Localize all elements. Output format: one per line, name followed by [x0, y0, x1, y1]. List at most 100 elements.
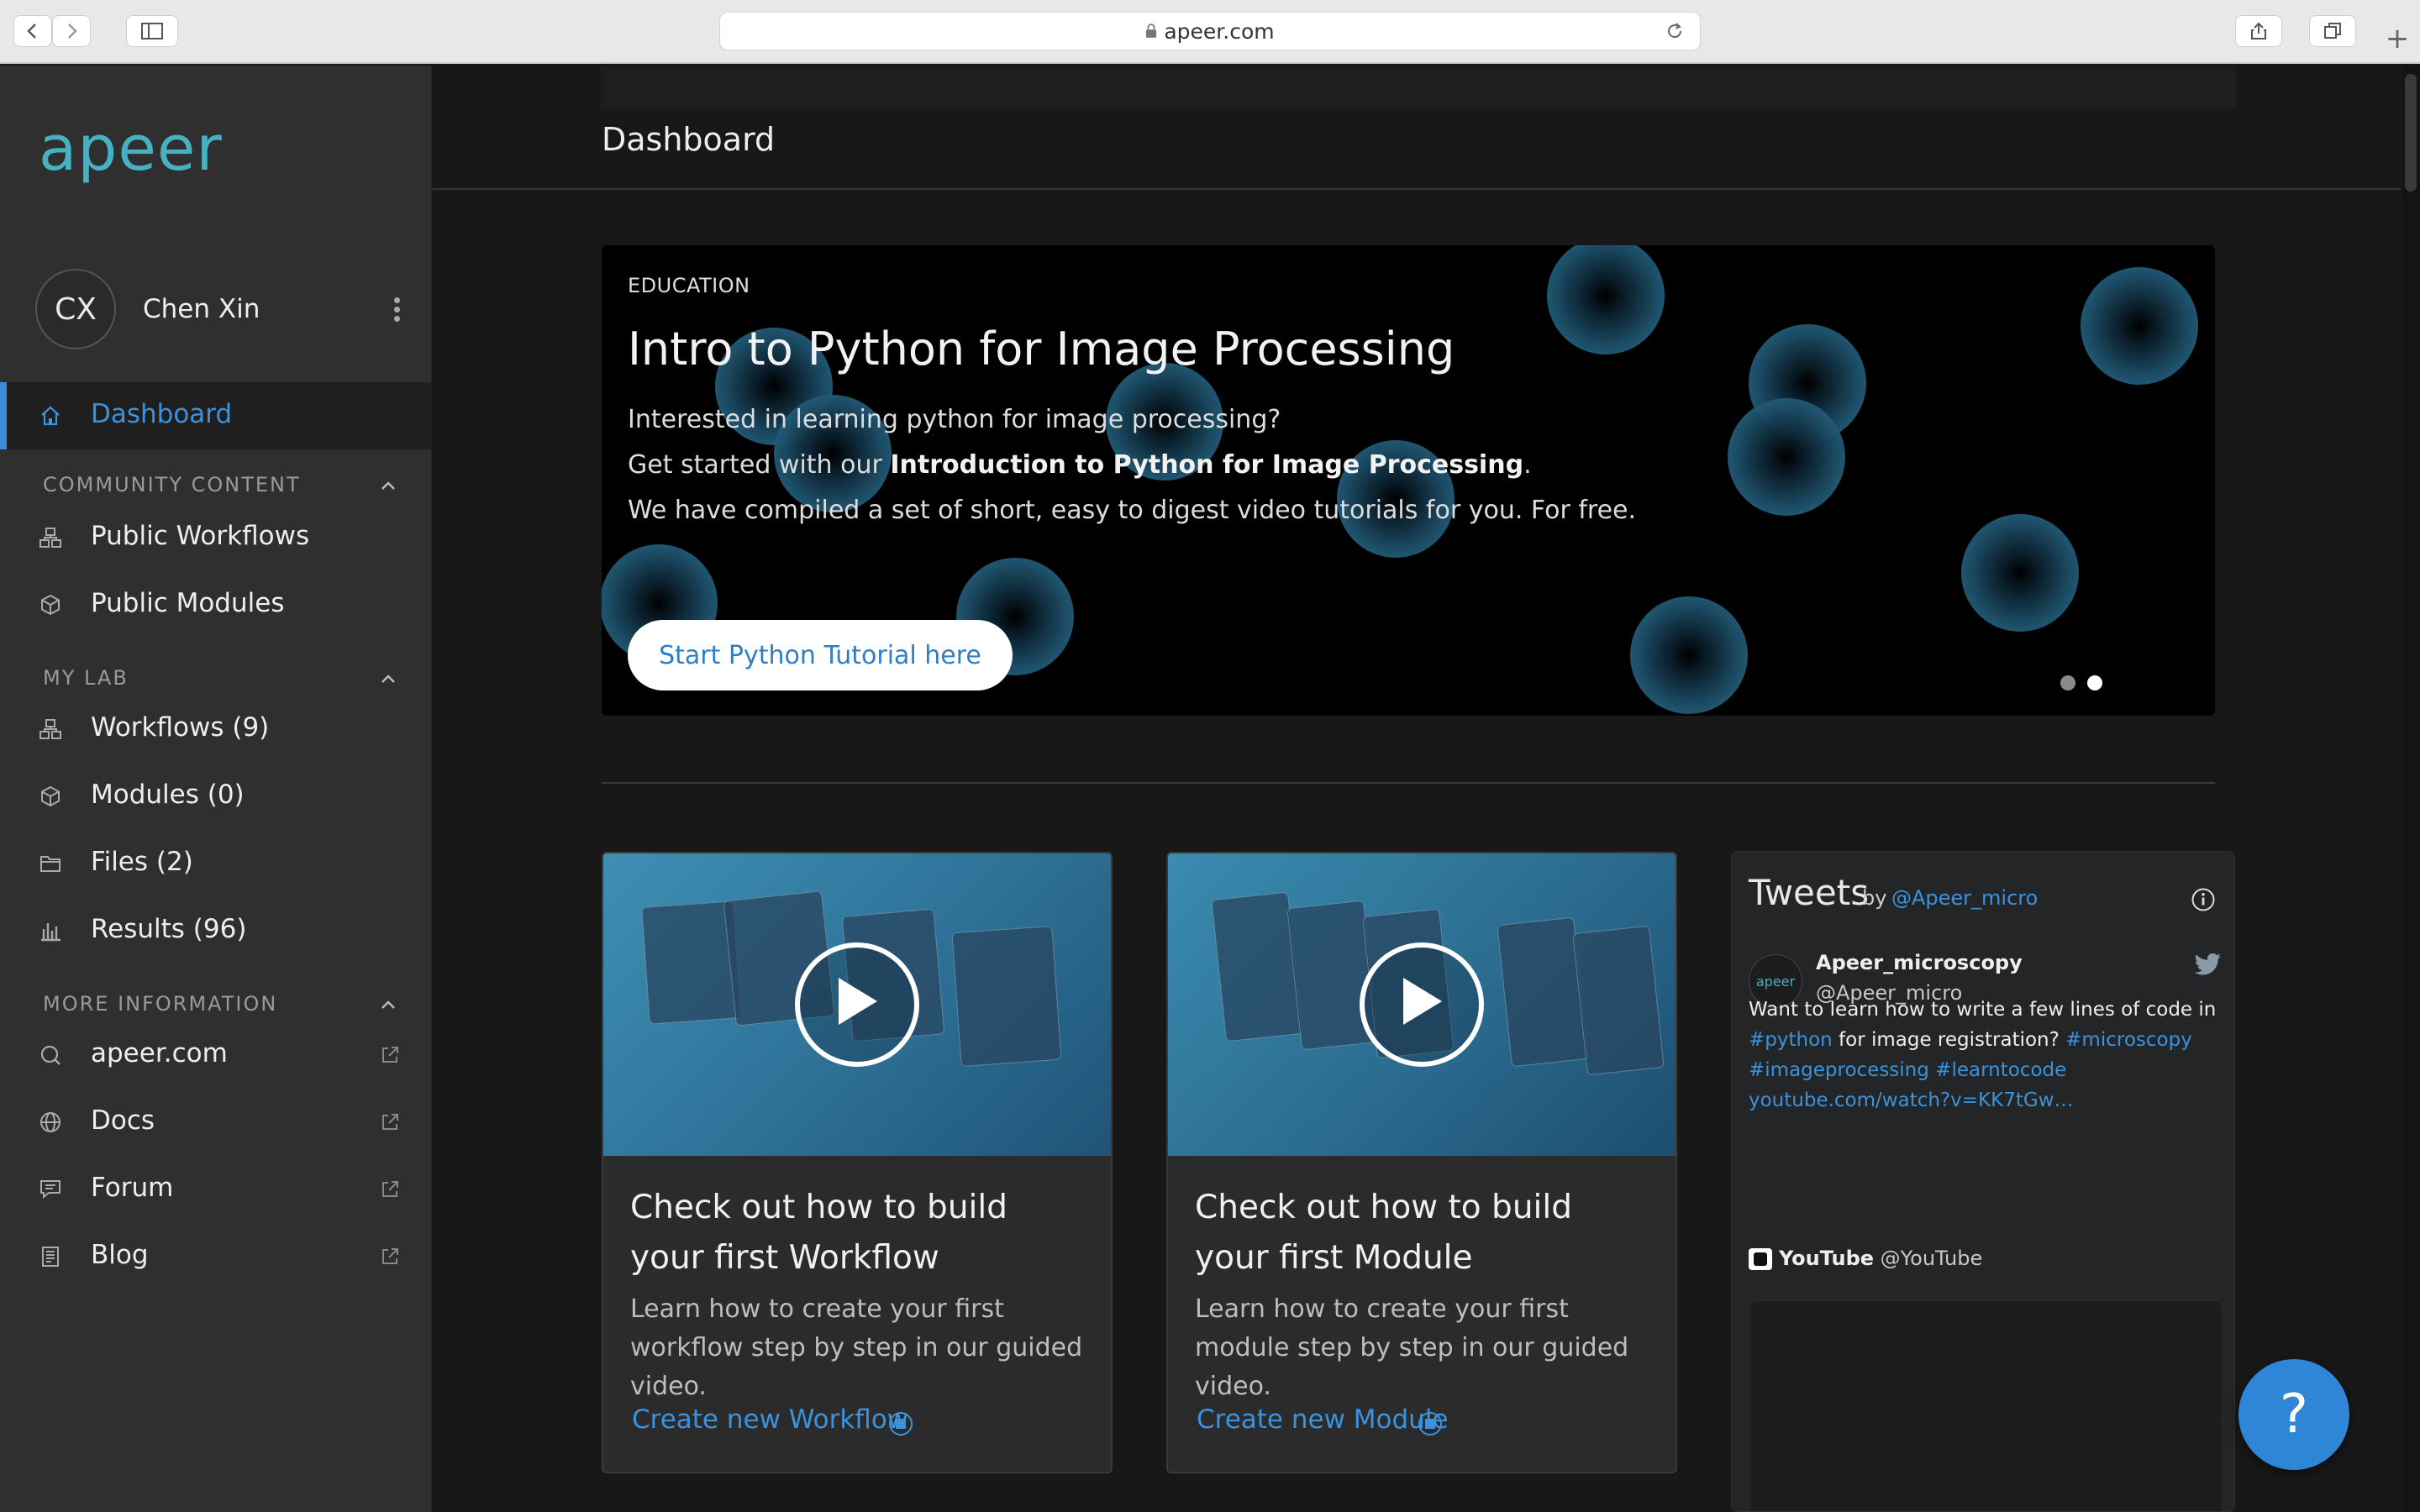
hashtag-link[interactable]: #learntocode: [1935, 1059, 2066, 1081]
chat-icon: [40, 1180, 60, 1200]
sidebar-item-label: apeer.com: [91, 1038, 228, 1068]
banner-text: .: [1523, 450, 1532, 480]
sidebar-item-label: Files (2): [91, 847, 193, 877]
tweet-url-link[interactable]: youtube.com/watch?v=KK7tGw…: [1749, 1089, 2073, 1111]
chevron-up-icon[interactable]: [378, 998, 398, 1011]
section-title-more-information: MORE INFORMATION: [43, 992, 278, 1016]
sidebar-item-modules[interactable]: Modules (0): [0, 763, 432, 830]
tweets-handle-link[interactable]: @Apeer_micro: [1891, 886, 2038, 910]
tabs-icon: [2324, 23, 2341, 39]
banner-title: Intro to Python for Image Processing: [628, 323, 1455, 375]
chevron-right-icon: [68, 24, 77, 39]
tabs-overview-button[interactable]: [2309, 15, 2356, 47]
reload-icon[interactable]: [1665, 21, 1685, 46]
carousel-dot-active[interactable]: [2087, 675, 2102, 690]
sidebar-item-label: Public Modules: [91, 588, 285, 618]
decorative-bubble: [1630, 596, 1748, 714]
sidebar-item-public-modules[interactable]: Public Modules: [0, 571, 432, 638]
section-title-my-lab: MY LAB: [43, 666, 129, 690]
sidebar-item-label: Workflows (9): [91, 712, 270, 743]
hashtag-link[interactable]: #imageprocessing: [1749, 1059, 1929, 1081]
sidebar-item-label: Blog: [91, 1240, 149, 1270]
avatar[interactable]: CX: [35, 269, 116, 349]
workflow-link-icon[interactable]: [887, 1410, 914, 1437]
forward-button[interactable]: [52, 15, 91, 47]
sidebar-item-label: Forum: [91, 1173, 174, 1203]
thumbnail-graphic: [951, 926, 1062, 1067]
sidebar-item-workflows[interactable]: Workflows (9): [0, 696, 432, 763]
banner-text-line: Get started with our Introduction to Pyt…: [628, 450, 1532, 480]
workflow-icon: [39, 719, 61, 739]
decorative-bubble: [2081, 267, 2198, 385]
sidebar-item-forum[interactable]: Forum: [0, 1156, 432, 1223]
browser-toolbar: apeer.com +: [0, 0, 2420, 64]
tweet-text-line: #imageprocessing #learntocode: [1749, 1055, 2066, 1085]
help-button[interactable]: ?: [2238, 1359, 2349, 1470]
carousel-dot[interactable]: [2060, 675, 2075, 690]
hashtag-link[interactable]: #microscopy: [2065, 1029, 2192, 1051]
sidebar-item-label: Public Workflows: [91, 521, 310, 551]
tweets-by-label: by: [1862, 886, 1887, 910]
start-python-tutorial-button[interactable]: Start Python Tutorial here: [628, 620, 1013, 690]
banner-text-line: Interested in learning python for image …: [628, 405, 1281, 434]
sidebar-item-results[interactable]: Results (96): [0, 897, 432, 964]
card-title: Check out how to build your first Workfl…: [630, 1189, 1007, 1277]
sidebar-item-public-workflows[interactable]: Public Workflows: [0, 504, 432, 571]
section-title-community-content: COMMUNITY CONTENT: [43, 473, 301, 496]
home-icon: [41, 406, 60, 426]
play-icon[interactable]: [1360, 942, 1484, 1067]
external-link-icon: [382, 1114, 398, 1130]
module-link-icon[interactable]: [1417, 1410, 1444, 1437]
tweet-text-line: #python for image registration? #microsc…: [1749, 1025, 2192, 1055]
create-new-workflow-link[interactable]: Create new Workflow: [632, 1404, 908, 1435]
lock-icon: [1145, 19, 1157, 44]
create-new-module-link[interactable]: Create new Module: [1197, 1404, 1449, 1435]
globe-icon: [40, 1112, 60, 1132]
kebab-menu-icon[interactable]: [388, 294, 405, 328]
sidebar-icon: [141, 23, 163, 39]
twitter-bird-icon[interactable]: [2194, 953, 2223, 978]
new-tab-button[interactable]: +: [2381, 22, 2413, 55]
sidebar-item-label: Docs: [91, 1105, 155, 1136]
scrollbar-thumb[interactable]: [2405, 74, 2417, 192]
info-icon[interactable]: [2191, 887, 2216, 912]
card-description: Learn how to create your first workflow …: [630, 1294, 1083, 1401]
youtube-icon: [1749, 1248, 1772, 1270]
scrollbar[interactable]: [2402, 66, 2420, 1512]
tweet-account-name[interactable]: Apeer_microscopy: [1816, 951, 2023, 974]
sidebar-item-docs[interactable]: Docs: [0, 1089, 432, 1156]
sidebar-item-blog[interactable]: Blog: [0, 1223, 432, 1290]
tweets-heading: Tweets: [1749, 872, 1870, 913]
thumbnail-graphic: [1572, 925, 1665, 1076]
hashtag-link[interactable]: #python: [1749, 1029, 1833, 1051]
tweet-media-embed[interactable]: [1749, 1300, 2223, 1511]
media-source-handle: @YouTube: [1880, 1247, 1983, 1270]
external-link-icon: [382, 1181, 398, 1197]
sidebar-item-apeer-com[interactable]: apeer.com: [0, 1021, 432, 1089]
chevron-up-icon[interactable]: [378, 479, 398, 492]
external-link-icon: [382, 1248, 398, 1264]
media-source-name: YouTube: [1779, 1247, 1875, 1270]
apeer-logo[interactable]: apeer: [39, 113, 223, 185]
address-bar[interactable]: apeer.com: [719, 12, 1701, 50]
video-thumbnail[interactable]: [603, 853, 1111, 1156]
chevron-up-icon[interactable]: [378, 672, 398, 685]
share-button[interactable]: [2235, 15, 2282, 47]
card-description: Learn how to create your first module st…: [1195, 1294, 1629, 1401]
url-text: apeer.com: [1164, 18, 1275, 44]
sidebar-item-dashboard[interactable]: Dashboard: [0, 382, 432, 449]
cube-icon: [41, 594, 60, 616]
play-icon[interactable]: [795, 942, 919, 1067]
divider: [433, 188, 2401, 190]
module-video-card: Check out how to build your first Module…: [1166, 852, 1677, 1473]
banner-text-bold: Introduction to Python for Image Process…: [890, 450, 1524, 480]
back-button[interactable]: [13, 15, 52, 47]
page-title: Dashboard: [602, 121, 776, 158]
sidebar-toggle-button[interactable]: [126, 15, 178, 47]
sidebar-item-label: Dashboard: [91, 399, 233, 429]
sidebar-item-files[interactable]: Files (2): [0, 830, 432, 897]
user-profile: CX Chen Xin: [35, 269, 405, 351]
tweet-media-source[interactable]: YouTube @YouTube: [1749, 1247, 1982, 1270]
decorative-bubble: [1728, 398, 1845, 516]
video-thumbnail[interactable]: [1168, 853, 1676, 1156]
